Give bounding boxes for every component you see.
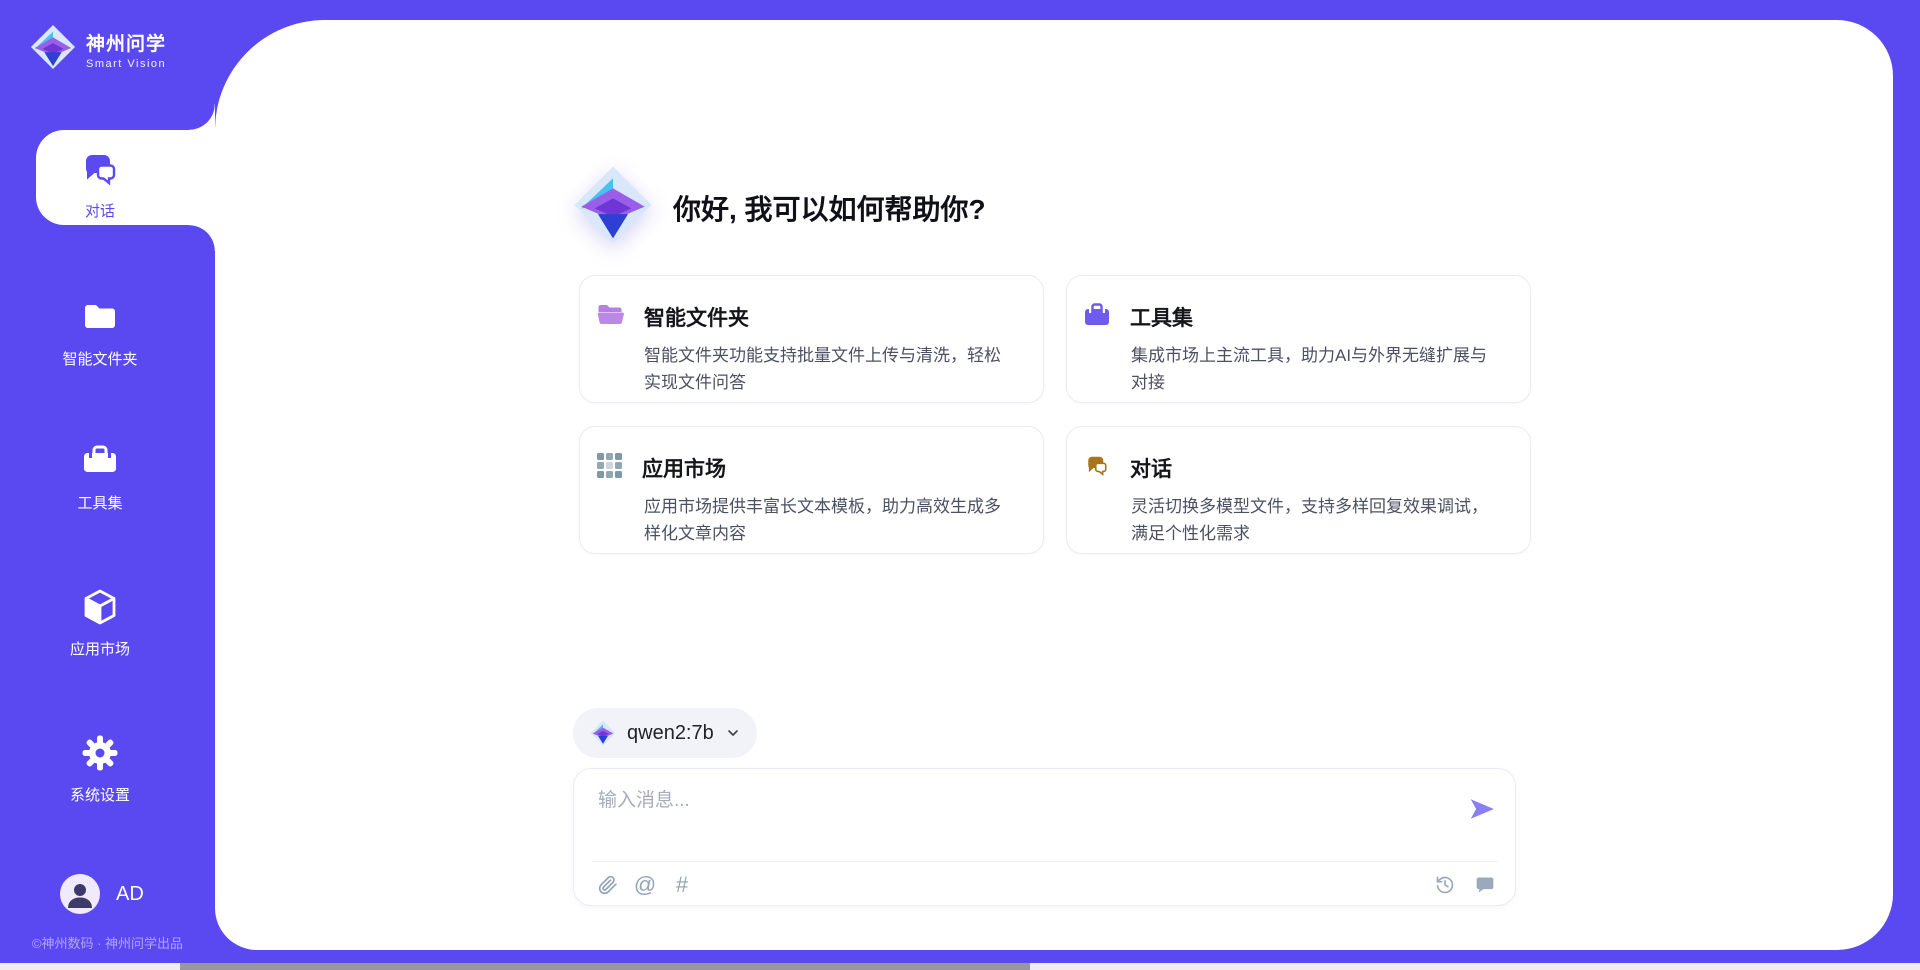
send-icon	[1467, 794, 1499, 824]
card-title: 智能文件夹	[644, 302, 749, 332]
folder-open-icon	[597, 303, 624, 332]
history-button[interactable]	[1433, 873, 1457, 897]
sidebar-item-label: 对话	[85, 200, 115, 221]
at-icon: @	[634, 874, 656, 896]
paperclip-icon	[598, 875, 618, 895]
mention-button[interactable]: @	[633, 873, 657, 897]
briefcase-icon	[80, 441, 120, 486]
folder-icon	[80, 297, 120, 342]
sidebar-item-label: 智能文件夹	[62, 348, 137, 369]
brand-diamond-icon	[30, 24, 76, 75]
card-chat[interactable]: 对话 灵活切换多模型文件，支持多样回复效果调试，满足个性化需求	[1066, 426, 1531, 554]
model-name: qwen2:7b	[627, 722, 714, 745]
card-toolset[interactable]: 工具集 集成市场上主流工具，助力AI与外界无缝扩展与对接	[1066, 275, 1531, 403]
hash-icon: #	[676, 874, 688, 896]
cube-icon	[80, 587, 120, 632]
sidebar-item-toolset[interactable]: 工具集	[0, 432, 200, 522]
main-panel: 你好, 我可以如何帮助你? 智能文件夹 智能文件夹功能支持批量文件上传与清洗，轻…	[215, 20, 1893, 950]
sidebar-item-chat[interactable]: 对话	[0, 140, 200, 230]
sidebar-footer: ©神州数码 · 神州问学出品	[0, 933, 215, 952]
sidebar-item-label: 系统设置	[70, 784, 130, 805]
sidebar-item-smart-folder[interactable]: 智能文件夹	[0, 288, 200, 378]
sidebar: 神州问学 Smart Vision 对话 智能文件夹	[0, 0, 215, 970]
briefcase-icon	[1084, 303, 1110, 332]
brand-subtitle: Smart Vision	[86, 58, 166, 70]
avatar	[60, 874, 100, 914]
sidebar-item-settings[interactable]: 系统设置	[0, 724, 200, 814]
card-smart-folder[interactable]: 智能文件夹 智能文件夹功能支持批量文件上传与清洗，轻松实现文件问答	[579, 275, 1044, 403]
conversation-button[interactable]	[1473, 873, 1497, 897]
scrollbar-thumb[interactable]	[180, 963, 1030, 970]
card-title: 对话	[1130, 453, 1172, 483]
chevron-down-icon	[725, 725, 741, 741]
sidebar-item-label: 应用市场	[70, 638, 130, 659]
greeting-diamond-icon	[573, 165, 653, 250]
chat-bubble-icon	[1475, 875, 1495, 895]
card-description: 应用市场提供丰富长文本模板，助力高效生成多样化文章内容	[644, 493, 1013, 547]
chat-icon	[1084, 453, 1110, 483]
bubble-fillet-top	[189, 104, 215, 130]
sidebar-item-app-market[interactable]: 应用市场	[0, 578, 200, 668]
card-title: 应用市场	[642, 453, 726, 483]
model-selector[interactable]: qwen2:7b	[573, 708, 757, 758]
topic-button[interactable]: #	[670, 873, 694, 897]
attach-file-button[interactable]	[596, 873, 620, 897]
card-app-market[interactable]: 应用市场 应用市场提供丰富长文本模板，助力高效生成多样化文章内容	[579, 426, 1044, 554]
model-logo-icon	[590, 720, 616, 746]
composer-toolbar: @ #	[596, 869, 1497, 901]
user-profile[interactable]: AD	[60, 874, 144, 914]
sidebar-item-label: 工具集	[77, 492, 122, 513]
send-button[interactable]	[1467, 793, 1499, 825]
message-composer: @ #	[573, 768, 1516, 906]
history-icon	[1435, 875, 1455, 895]
brand-name: 神州问学	[86, 29, 166, 56]
card-description: 智能文件夹功能支持批量文件上传与清洗，轻松实现文件问答	[644, 342, 1013, 396]
message-input[interactable]	[596, 783, 1440, 843]
grid-icon	[597, 453, 622, 483]
feature-cards: 智能文件夹 智能文件夹功能支持批量文件上传与清洗，轻松实现文件问答	[579, 275, 1531, 554]
card-description: 灵活切换多模型文件，支持多样回复效果调试，满足个性化需求	[1131, 493, 1500, 547]
gear-icon	[80, 733, 120, 778]
brand-logo: 神州问学 Smart Vision	[30, 24, 166, 75]
card-title: 工具集	[1130, 302, 1193, 332]
composer-divider	[592, 861, 1497, 862]
greeting: 你好, 我可以如何帮助你?	[573, 165, 986, 250]
horizontal-scrollbar[interactable]	[0, 963, 1920, 970]
card-description: 集成市场上主流工具，助力AI与外界无缝扩展与对接	[1131, 342, 1500, 396]
chat-icon	[80, 149, 120, 194]
greeting-text: 你好, 我可以如何帮助你?	[673, 188, 986, 228]
user-name: AD	[116, 883, 144, 906]
